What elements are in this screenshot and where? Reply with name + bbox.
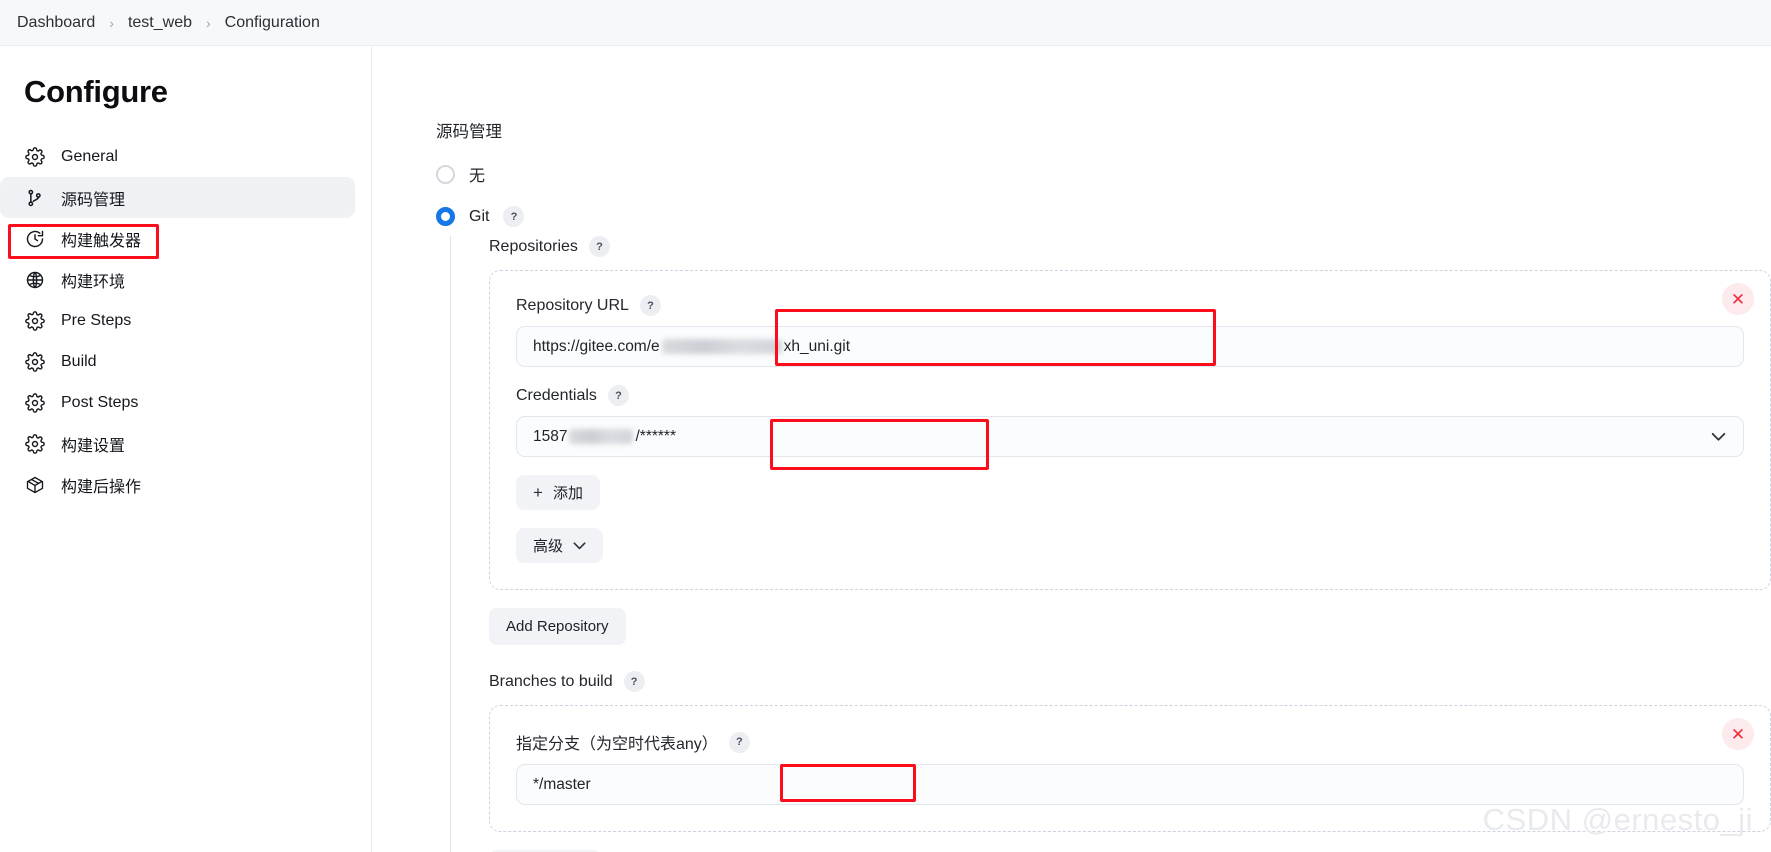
add-credential-button[interactable]: + 添加: [516, 475, 600, 510]
repository-url-label: Repository URL: [516, 296, 629, 314]
sidebar-item-label: Build: [61, 352, 97, 370]
breadcrumb: Dashboard › test_web › Configuration: [0, 0, 1771, 46]
help-icon-credentials[interactable]: ?: [607, 385, 629, 406]
branches-label: Branches to build: [489, 672, 613, 690]
clock-icon: [24, 228, 46, 250]
sidebar-item-label: Post Steps: [61, 393, 139, 411]
sidebar-item-label: 源码管理: [61, 191, 126, 209]
sidebar-item-build-environment[interactable]: 构建环境: [0, 259, 355, 300]
gear-icon: [24, 351, 46, 373]
repositories-label-row: Repositories ?: [489, 236, 1771, 257]
scm-option-git[interactable]: Git ?: [436, 206, 1771, 227]
breadcrumb-item-test-web[interactable]: test_web: [120, 11, 200, 35]
sidebar: Configure General 源码管理 构建触发器 构建环境 Pre St…: [0, 46, 372, 852]
sidebar-item-post-steps[interactable]: Post Steps: [0, 382, 355, 423]
help-icon-git[interactable]: ?: [503, 206, 525, 227]
breadcrumb-item-configuration[interactable]: Configuration: [217, 11, 328, 35]
breadcrumb-separator-icon: ›: [109, 14, 114, 31]
credentials-label: Credentials: [516, 386, 597, 404]
sidebar-item-label: 构建后操作: [61, 478, 142, 496]
credentials-value-suffix: /******: [635, 427, 676, 445]
breadcrumb-item-dashboard[interactable]: Dashboard: [9, 11, 103, 35]
sidebar-nav: General 源码管理 构建触发器 构建环境 Pre Steps Build …: [0, 136, 371, 505]
repository-panel: ✕ Repository URL ? https://gitee.com/e xh…: [489, 270, 1771, 590]
gear-icon: [24, 310, 46, 332]
git-branch-icon: [24, 187, 46, 209]
branch-spec-label: 指定分支（为空时代表any）: [516, 736, 718, 753]
help-icon-branches[interactable]: ?: [623, 671, 645, 692]
sidebar-item-label: 构建设置: [61, 437, 126, 455]
remove-branch-button[interactable]: ✕: [1722, 718, 1754, 750]
box-icon: [24, 474, 46, 496]
repository-url-value-prefix: https://gitee.com/e: [533, 337, 660, 355]
credentials-select-wrap: 1587 /******: [516, 416, 1744, 457]
globe-icon: [24, 269, 46, 291]
sidebar-item-label: Pre Steps: [61, 311, 132, 329]
repositories-label: Repositories: [489, 237, 578, 255]
radio-git[interactable]: [436, 207, 455, 226]
sidebar-item-label: General: [61, 147, 118, 165]
remove-repository-button[interactable]: ✕: [1722, 283, 1754, 315]
sidebar-item-build[interactable]: Build: [0, 341, 355, 382]
redaction-blur: [661, 339, 782, 354]
sidebar-item-source-code-management[interactable]: 源码管理: [0, 177, 355, 218]
help-icon-repository-url[interactable]: ?: [639, 295, 661, 316]
credentials-value-prefix: 1587: [533, 427, 568, 445]
branches-label-row: Branches to build ?: [489, 671, 1771, 692]
scm-option-label: Git: [469, 207, 490, 225]
chevron-down-icon: [573, 539, 586, 553]
breadcrumb-separator-icon: ›: [206, 14, 211, 31]
sidebar-item-general[interactable]: General: [0, 136, 355, 177]
repository-url-input[interactable]: https://gitee.com/e xh_uni.git: [516, 326, 1744, 367]
help-icon-branch-spec[interactable]: ?: [728, 731, 750, 753]
main-content: 源码管理 无 Git ? Repositories ? ✕ Repository…: [372, 46, 1771, 852]
credentials-select[interactable]: 1587 /******: [516, 416, 1744, 457]
advanced-button[interactable]: 高级: [516, 528, 604, 563]
plus-icon: +: [533, 483, 543, 502]
section-title: 源码管理: [436, 123, 502, 141]
git-config-block: Repositories ? ✕ Repository URL ? https:…: [450, 236, 1771, 852]
sidebar-item-post-build-actions[interactable]: 构建后操作: [0, 464, 355, 505]
scm-option-none[interactable]: 无: [436, 162, 1771, 186]
gear-icon: [24, 392, 46, 414]
credentials-label-row: Credentials ?: [516, 385, 1744, 406]
add-repository-button[interactable]: Add Repository: [489, 608, 626, 645]
page-title: Configure: [24, 74, 168, 109]
page-body: Configure General 源码管理 构建触发器 构建环境 Pre St…: [0, 46, 1771, 852]
branch-spec-input[interactable]: [516, 764, 1744, 805]
repository-url-label-row: Repository URL ?: [516, 295, 1744, 316]
sidebar-item-pre-steps[interactable]: Pre Steps: [0, 300, 355, 341]
radio-none[interactable]: [436, 164, 455, 184]
advanced-label: 高级: [533, 538, 564, 555]
add-credential-label: 添加: [552, 485, 583, 502]
help-icon-repositories[interactable]: ?: [588, 236, 610, 257]
gear-icon: [24, 433, 46, 455]
sidebar-item-build-triggers[interactable]: 构建触发器: [0, 218, 355, 259]
sidebar-item-build-settings[interactable]: 构建设置: [0, 423, 355, 464]
branch-spec-label-row: 指定分支（为空时代表any） ?: [516, 730, 1744, 754]
watermark: CSDN @ernesto_ji: [1482, 802, 1753, 837]
sidebar-item-label: 构建环境: [61, 273, 126, 291]
scm-option-label: 无: [469, 168, 486, 185]
redaction-blur: [569, 429, 634, 444]
sidebar-item-label: 构建触发器: [61, 232, 142, 250]
repository-url-value-suffix: xh_uni.git: [783, 337, 851, 355]
gear-icon: [24, 146, 46, 168]
